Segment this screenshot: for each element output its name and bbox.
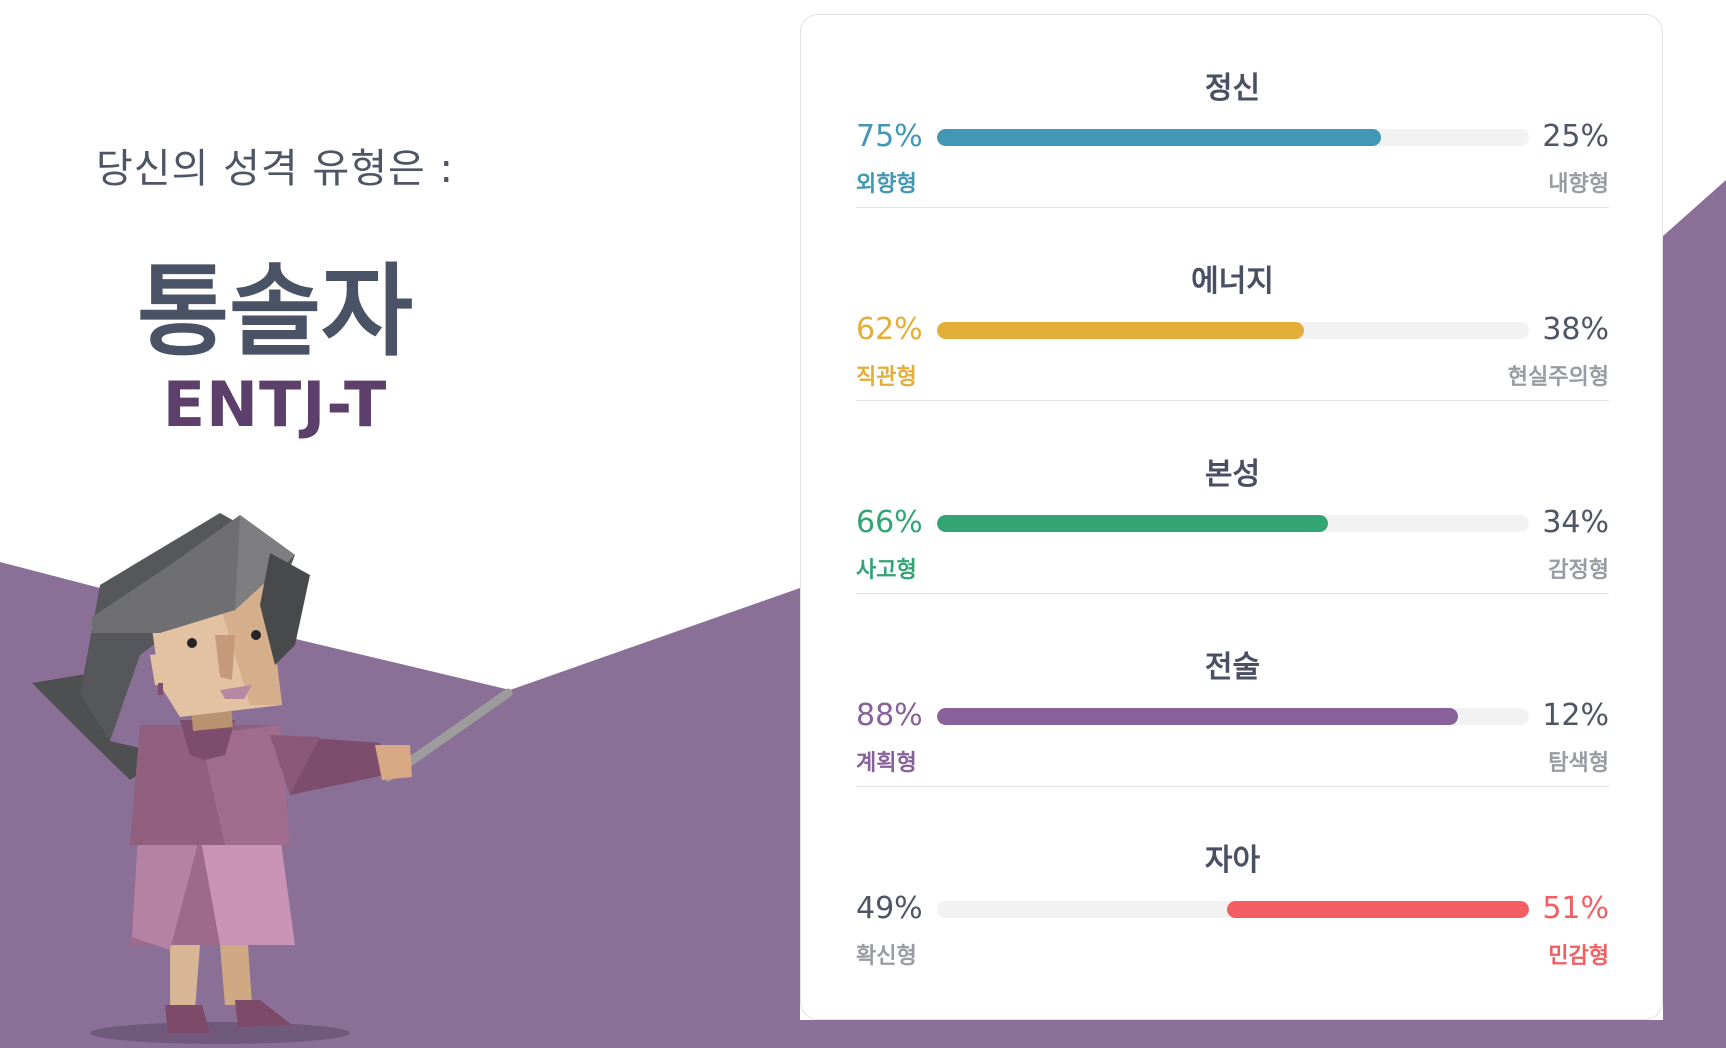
trait-left-percent: 49% (856, 891, 923, 926)
trait-left-label: 확신형 (856, 944, 917, 969)
trait-left-percent: 62% (856, 312, 923, 347)
trait-row-4: 전술 88% 12% 계획형 탐색형 (856, 594, 1609, 787)
trait-right-label: 현실주의형 (1507, 365, 1609, 390)
trait-progress-fill (937, 129, 1381, 146)
trait-name: 전술 (1204, 650, 1261, 685)
trait-right-percent: 38% (1542, 312, 1609, 347)
commander-character-illustration (32, 513, 513, 1044)
trait-right-percent: 51% (1542, 891, 1609, 926)
trait-left-label: 계획형 (856, 751, 917, 776)
trait-progress-fill (937, 322, 1305, 339)
personality-type-name: 통솔자 (137, 253, 413, 370)
trait-right-label: 탐색형 (1548, 751, 1609, 776)
trait-progress-track (937, 515, 1529, 532)
trait-right-percent: 34% (1542, 505, 1609, 540)
trait-left-label: 사고형 (856, 558, 917, 583)
trait-results-card: 정신 75% 25% 외향형 내향형에너지 62% 38% 직관형 현실주의형본성 66% 34% 사… (800, 14, 1663, 1020)
trait-right-percent: 25% (1542, 119, 1609, 154)
trait-right-label: 내향형 (1548, 172, 1609, 197)
trait-left-percent: 75% (856, 119, 923, 154)
trait-left-label: 외향형 (856, 172, 917, 197)
trait-right-label: 민감형 (1548, 944, 1609, 969)
trait-right-label: 감정형 (1548, 558, 1609, 583)
trait-progress-fill (937, 708, 1458, 725)
trait-left-percent: 88% (856, 698, 923, 733)
trait-left-label: 직관형 (856, 365, 917, 390)
trait-progress-fill (1227, 901, 1529, 918)
trait-row-2: 에너지 62% 38% 직관형 현실주의형 (856, 208, 1609, 401)
trait-row-3: 본성 66% 34% 사고형 감정형 (856, 401, 1609, 594)
trait-progress-track (937, 901, 1529, 918)
trait-left-percent: 66% (856, 505, 923, 540)
trait-progress-track (937, 322, 1529, 339)
trait-name: 본성 (1204, 457, 1261, 492)
personality-type-code: ENTJ-T (162, 368, 388, 441)
result-subtitle: 당신의 성격 유형은 : (95, 146, 455, 192)
trait-right-percent: 12% (1542, 698, 1609, 733)
trait-progress-track (937, 708, 1529, 725)
trait-row-5: 자아 49% 51% 확신형 민감형 (856, 787, 1609, 980)
trait-name: 에너지 (1191, 264, 1274, 299)
trait-row-1: 정신 75% 25% 외향형 내향형 (856, 15, 1609, 208)
trait-progress-fill (937, 515, 1328, 532)
trait-name: 자아 (1204, 843, 1261, 878)
trait-progress-track (937, 129, 1529, 146)
trait-name: 정신 (1204, 71, 1261, 106)
